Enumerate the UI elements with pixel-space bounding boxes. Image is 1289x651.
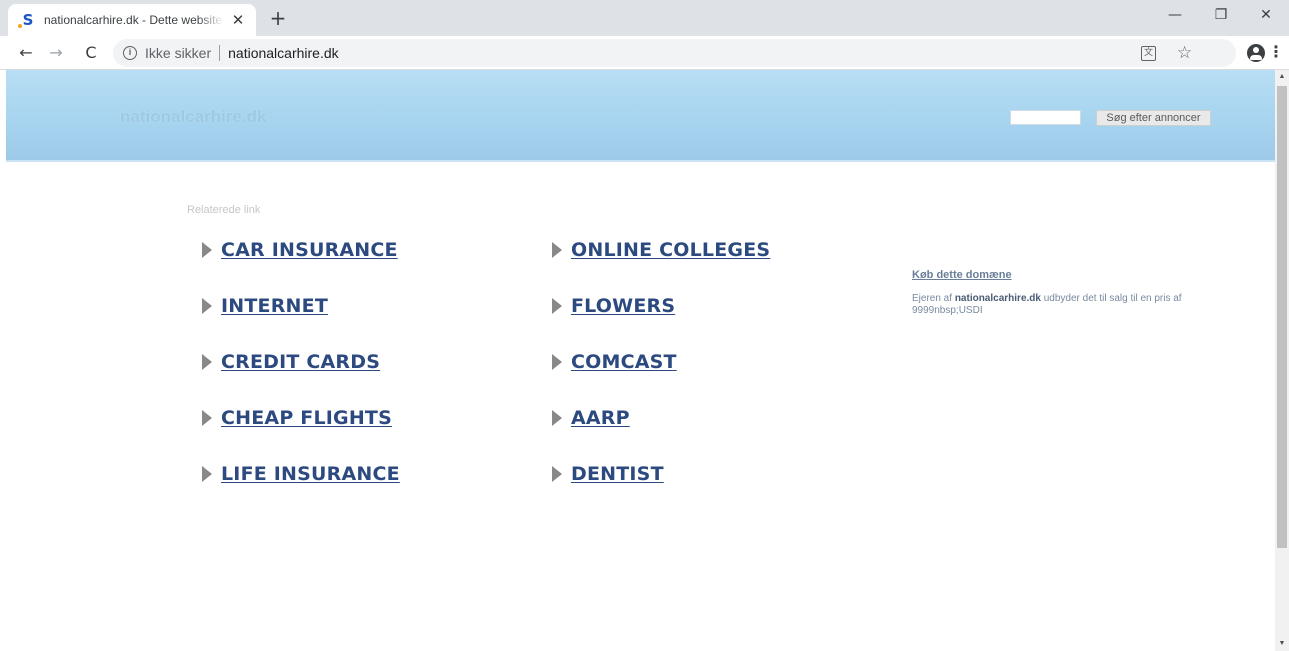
arrow-right-icon	[202, 466, 212, 482]
arrow-right-icon	[202, 298, 212, 314]
browser-tab-active[interactable]: S nationalcarhire.dk - Dette website er …	[8, 4, 256, 36]
forward-button[interactable]: →	[44, 41, 68, 65]
translate-glyph: 文	[1141, 45, 1156, 61]
search-ads-button[interactable]: Søg efter annoncer	[1096, 110, 1211, 126]
translate-icon[interactable]: 文	[1141, 39, 1156, 67]
back-button[interactable]: ←	[14, 41, 38, 65]
site-favicon-icon: S	[18, 12, 36, 28]
arrow-right-icon	[202, 242, 212, 258]
arrow-right-icon	[202, 354, 212, 370]
scroll-up-arrow-icon[interactable]: ▲	[1275, 70, 1289, 84]
site-header-banner: nationalcarhire.dk Søg efter annoncer	[6, 70, 1275, 162]
related-link-label[interactable]: CAR INSURANCE	[221, 239, 398, 261]
related-link-label[interactable]: COMCAST	[571, 351, 677, 373]
menu-icon[interactable]: ⋮	[1268, 41, 1284, 65]
related-link-label[interactable]: CREDIT CARDS	[221, 351, 380, 373]
related-link[interactable]: LIFE INSURANCE	[202, 463, 400, 485]
related-link[interactable]: INTERNET	[202, 295, 328, 317]
omnibox-divider	[219, 45, 221, 61]
new-tab-button[interactable]: +	[266, 6, 290, 30]
related-link-label[interactable]: CHEAP FLIGHTS	[221, 407, 392, 429]
star-icon[interactable]: ☆	[1177, 39, 1192, 67]
arrow-right-icon	[552, 242, 562, 258]
related-link[interactable]: ONLINE COLLEGES	[552, 239, 770, 261]
related-link[interactable]: COMCAST	[552, 351, 677, 373]
buy-domain-link[interactable]: Køb dette domæne	[912, 269, 1012, 281]
arrow-right-icon	[552, 410, 562, 426]
related-link-label[interactable]: DENTIST	[571, 463, 664, 485]
related-links-heading: Relaterede link	[187, 204, 261, 216]
tab-title: nationalcarhire.dk - Dette website er ti…	[44, 13, 224, 27]
related-link[interactable]: FLOWERS	[552, 295, 675, 317]
site-logo[interactable]: nationalcarhire.dk	[120, 107, 266, 127]
reload-button[interactable]: C	[79, 41, 103, 65]
arrow-right-icon	[552, 298, 562, 314]
address-bar[interactable]: i Ikke sikker nationalcarhire.dk 文 ☆	[113, 39, 1236, 67]
url-text[interactable]: nationalcarhire.dk	[228, 45, 339, 61]
security-indicator[interactable]: Ikke sikker	[145, 45, 211, 61]
related-link-label[interactable]: LIFE INSURANCE	[221, 463, 400, 485]
scroll-thumb[interactable]	[1277, 86, 1287, 548]
arrow-right-icon	[202, 410, 212, 426]
related-link-label[interactable]: ONLINE COLLEGES	[571, 239, 770, 261]
related-link[interactable]: CAR INSURANCE	[202, 239, 398, 261]
window-minimize-button[interactable]: —	[1152, 0, 1198, 30]
tab-strip: S nationalcarhire.dk - Dette website er …	[0, 0, 1289, 36]
sale-desc-prefix: Ejeren af	[912, 293, 955, 304]
window-restore-button[interactable]: ❐	[1198, 0, 1244, 30]
related-link[interactable]: AARP	[552, 407, 630, 429]
related-link[interactable]: DENTIST	[552, 463, 664, 485]
window-close-button[interactable]: ✕	[1243, 0, 1289, 30]
related-link-label[interactable]: INTERNET	[221, 295, 328, 317]
arrow-right-icon	[552, 466, 562, 482]
scroll-down-arrow-icon[interactable]: ▼	[1275, 637, 1289, 651]
search-input[interactable]	[1010, 110, 1081, 125]
tab-close-icon[interactable]: ✕	[230, 11, 246, 29]
related-link-label[interactable]: FLOWERS	[571, 295, 675, 317]
arrow-right-icon	[552, 354, 562, 370]
related-link[interactable]: CHEAP FLIGHTS	[202, 407, 392, 429]
info-icon[interactable]: i	[123, 46, 137, 60]
sale-desc-domain: nationalcarhire.dk	[954, 293, 1041, 304]
related-link[interactable]: CREDIT CARDS	[202, 351, 380, 373]
page-viewport: nationalcarhire.dk Søg efter annoncer Re…	[0, 70, 1289, 651]
account-icon[interactable]	[1247, 44, 1265, 62]
sale-description: Ejeren af nationalcarhire.dk udbyder det…	[912, 293, 1232, 317]
related-link-label[interactable]: AARP	[571, 407, 630, 429]
page-scrollbar[interactable]: ▲ ▼	[1275, 70, 1289, 651]
browser-toolbar: ← → C i Ikke sikker nationalcarhire.dk 文…	[0, 36, 1289, 70]
